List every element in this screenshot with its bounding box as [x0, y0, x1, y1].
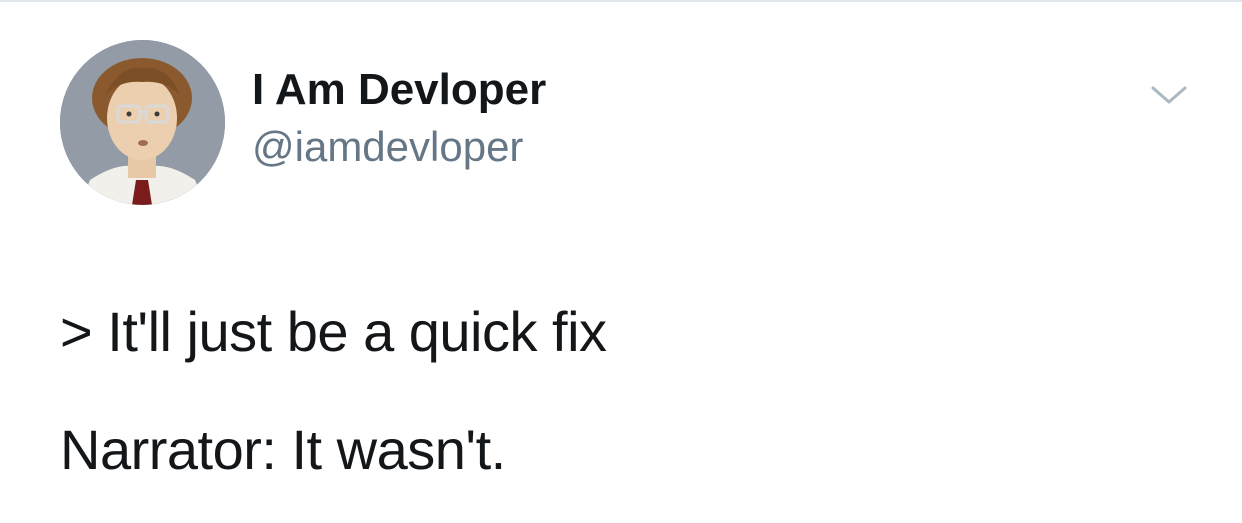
author-handle[interactable]: @iamdevloper	[252, 122, 523, 172]
author-display-name[interactable]: I Am Devloper	[252, 64, 546, 116]
avatar[interactable]	[60, 40, 225, 205]
tweet-card: I Am Devloper @iamdevloper > It'll just …	[0, 0, 1242, 523]
avatar-image	[60, 40, 225, 205]
chevron-down-icon[interactable]	[1148, 80, 1190, 110]
tweet-text-line: > It'll just be a quick fix	[60, 300, 607, 363]
tweet-text: > It'll just be a quick fix Narrator: It…	[60, 296, 1200, 486]
tweet-text-line: Narrator: It wasn't.	[60, 418, 506, 481]
